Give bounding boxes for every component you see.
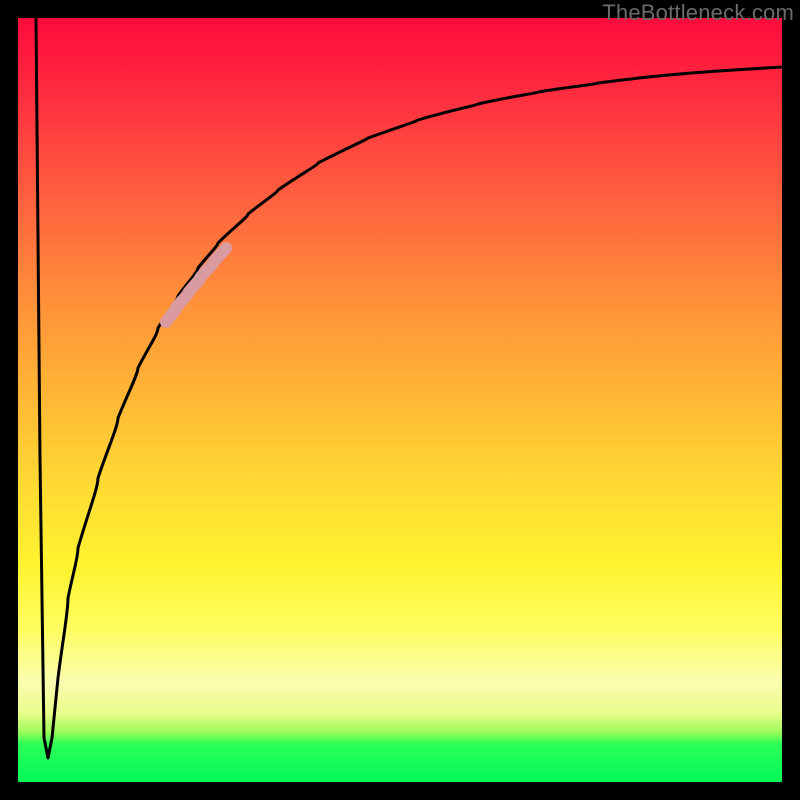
bottleneck-curve <box>36 18 782 758</box>
watermark-text: TheBottleneck.com <box>602 0 794 26</box>
plot-area <box>18 18 782 782</box>
highlight-segment <box>166 248 226 322</box>
curve-layer <box>18 18 782 782</box>
chart-frame: TheBottleneck.com <box>0 0 800 800</box>
